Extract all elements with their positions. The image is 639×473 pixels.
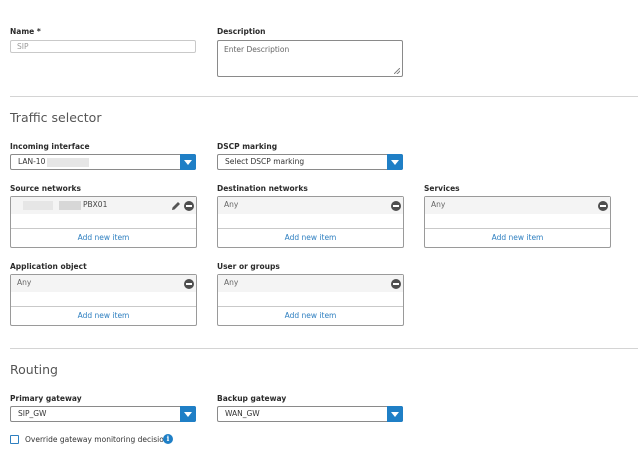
divider	[425, 228, 610, 229]
application-object-box: Any Add new item	[10, 274, 197, 326]
divider	[11, 228, 196, 229]
name-input[interactable]: SIP	[10, 40, 196, 53]
destination-networks-label: Destination networks	[217, 184, 308, 193]
add-new-item-link[interactable]: Add new item	[11, 311, 196, 320]
primary-gateway-select[interactable]: SIP_GW	[10, 406, 196, 422]
traffic-selector-title: Traffic selector	[10, 110, 102, 125]
destination-networks-box: Any Add new item	[217, 196, 404, 248]
add-new-item-link[interactable]: Add new item	[425, 233, 610, 242]
dscp-marking-value: Select DSCP marking	[225, 157, 305, 166]
minus-circle-icon[interactable]	[391, 279, 401, 289]
routing-title: Routing	[10, 362, 58, 377]
list-item: PBX01	[11, 197, 196, 214]
minus-circle-icon[interactable]	[184, 279, 194, 289]
resize-grip-icon[interactable]	[394, 68, 400, 74]
divider	[10, 96, 638, 97]
add-new-item-link[interactable]: Add new item	[11, 233, 196, 242]
primary-gateway-value: SIP_GW	[18, 409, 47, 418]
users-groups-item: Any	[224, 278, 239, 287]
redacted-text	[47, 158, 89, 167]
incoming-interface-value: LAN-10	[18, 157, 46, 166]
chevron-down-icon[interactable]	[387, 154, 403, 170]
divider	[11, 306, 196, 307]
list-item: Any	[425, 197, 610, 214]
source-networks-box: PBX01 Add new item	[10, 196, 197, 248]
divider	[10, 348, 638, 349]
users-groups-label: User or groups	[217, 262, 280, 271]
chevron-down-icon[interactable]	[387, 406, 403, 422]
dscp-marking-label: DSCP marking	[217, 142, 278, 151]
override-gateway-label: Override gateway monitoring decision	[25, 435, 169, 444]
name-label: Name *	[10, 27, 41, 36]
description-label: Description	[217, 27, 266, 36]
divider	[218, 306, 403, 307]
service-item: Any	[431, 200, 446, 209]
source-network-item: PBX01	[83, 200, 108, 209]
chevron-down-icon[interactable]	[180, 406, 196, 422]
chevron-down-icon[interactable]	[180, 154, 196, 170]
incoming-interface-select[interactable]: LAN-10	[10, 154, 196, 170]
source-networks-label: Source networks	[10, 184, 81, 193]
description-placeholder: Enter Description	[224, 45, 290, 54]
divider	[218, 228, 403, 229]
destination-network-item: Any	[224, 200, 239, 209]
list-item: Any	[11, 275, 196, 292]
incoming-interface-label: Incoming interface	[10, 142, 90, 151]
add-new-item-link[interactable]: Add new item	[218, 233, 403, 242]
description-textarea[interactable]: Enter Description	[217, 40, 403, 77]
minus-circle-icon[interactable]	[391, 201, 401, 211]
backup-gateway-value: WAN_GW	[225, 409, 260, 418]
redacted-text	[59, 201, 81, 210]
backup-gateway-select[interactable]: WAN_GW	[217, 406, 403, 422]
minus-circle-icon[interactable]	[598, 201, 608, 211]
name-placeholder: SIP	[17, 42, 29, 51]
application-object-label: Application object	[10, 262, 87, 271]
primary-gateway-label: Primary gateway	[10, 394, 82, 403]
override-gateway-checkbox[interactable]	[10, 435, 19, 444]
dscp-marking-select[interactable]: Select DSCP marking	[217, 154, 403, 170]
list-item: Any	[218, 275, 403, 292]
services-box: Any Add new item	[424, 196, 611, 248]
redacted-text	[23, 201, 53, 210]
list-item: Any	[218, 197, 403, 214]
add-new-item-link[interactable]: Add new item	[218, 311, 403, 320]
services-label: Services	[424, 184, 460, 193]
info-icon[interactable]: i	[163, 434, 173, 444]
users-groups-box: Any Add new item	[217, 274, 404, 326]
backup-gateway-label: Backup gateway	[217, 394, 287, 403]
application-object-item: Any	[17, 278, 32, 287]
minus-circle-icon[interactable]	[184, 201, 194, 211]
pencil-icon[interactable]	[171, 201, 181, 211]
